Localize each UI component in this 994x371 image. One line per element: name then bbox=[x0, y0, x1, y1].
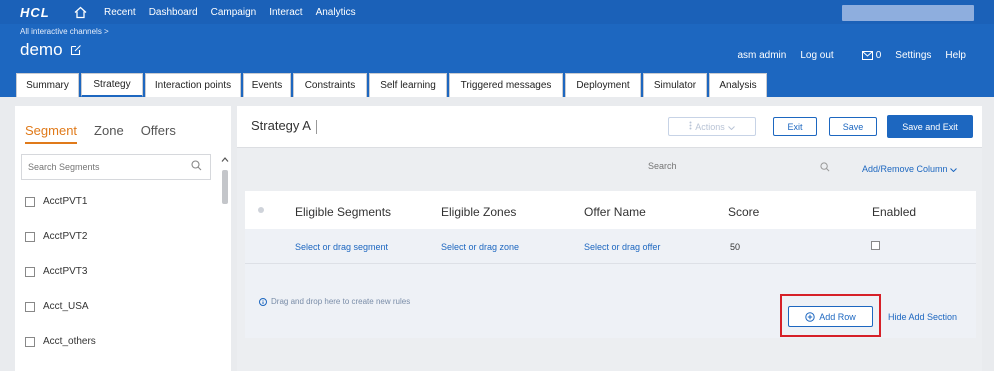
info-icon bbox=[259, 297, 267, 306]
user-name: asm admin bbox=[737, 50, 787, 61]
tab-self-learning[interactable]: Self learning bbox=[369, 73, 447, 97]
top-nav-bar: HCL Recent Dashboard Campaign Interact A… bbox=[0, 0, 994, 24]
segment-label: AcctPVT1 bbox=[43, 196, 88, 207]
drop-hint-text: Drag and drop here to create new rules bbox=[271, 297, 411, 306]
tab-summary[interactable]: Summary bbox=[16, 73, 79, 97]
add-remove-column-label: Add/Remove Column bbox=[862, 164, 948, 174]
strategy-title-wrap[interactable]: Strategy A bbox=[251, 118, 317, 134]
tab-simulator[interactable]: Simulator bbox=[643, 73, 707, 97]
chevron-down-icon bbox=[727, 122, 735, 132]
column-header[interactable]: Score bbox=[728, 205, 759, 219]
exit-button[interactable]: Exit bbox=[773, 117, 817, 136]
tab-deployment[interactable]: Deployment bbox=[565, 73, 641, 97]
nav-analytics[interactable]: Analytics bbox=[316, 7, 356, 18]
select-zone-link[interactable]: Select or drag zone bbox=[441, 242, 519, 252]
nav-dashboard[interactable]: Dashboard bbox=[149, 7, 198, 18]
actions-dropdown[interactable]: Actions bbox=[668, 117, 756, 136]
segment-search bbox=[21, 154, 211, 180]
save-button[interactable]: Save bbox=[829, 117, 877, 136]
actions-icon bbox=[689, 121, 692, 132]
segment-search-input[interactable] bbox=[22, 155, 172, 179]
edit-icon[interactable] bbox=[69, 43, 83, 57]
logout-link[interactable]: Log out bbox=[800, 50, 833, 61]
plus-circle-icon bbox=[805, 311, 815, 322]
column-header[interactable]: Enabled bbox=[872, 205, 916, 219]
table-header: Eligible Segments Eligible Zones Offer N… bbox=[245, 191, 976, 229]
add-row-button[interactable]: Add Row bbox=[788, 306, 873, 327]
search-icon[interactable] bbox=[820, 162, 830, 174]
strategy-header: Strategy A Actions Exit Save Save and Ex… bbox=[237, 106, 982, 148]
rules-search bbox=[644, 161, 834, 177]
column-header[interactable]: Eligible Segments bbox=[295, 205, 391, 219]
help-link[interactable]: Help bbox=[945, 50, 966, 61]
strategy-panel: Strategy A Actions Exit Save Save and Ex… bbox=[237, 106, 982, 371]
nav-interact[interactable]: Interact bbox=[269, 7, 302, 18]
nav-recent[interactable]: Recent bbox=[104, 7, 136, 18]
segment-checkbox[interactable] bbox=[25, 196, 35, 207]
tab-events[interactable]: Events bbox=[243, 73, 291, 97]
home-icon[interactable] bbox=[72, 4, 88, 20]
rules-search-input[interactable] bbox=[644, 161, 794, 171]
segment-checkbox[interactable] bbox=[25, 231, 35, 242]
tab-triggered-messages[interactable]: Triggered messages bbox=[449, 73, 563, 97]
list-item[interactable]: AcctPVT1 bbox=[25, 184, 215, 219]
tab-strategy[interactable]: Strategy bbox=[81, 73, 143, 97]
segment-panel: Segment Zone Offers AcctPVT1 AcctPVT2 Ac… bbox=[15, 106, 231, 371]
scroll-up-icon[interactable] bbox=[220, 154, 230, 164]
nav-campaign[interactable]: Campaign bbox=[211, 7, 257, 18]
actions-text: Actions bbox=[695, 121, 725, 132]
score-value[interactable]: 50 bbox=[730, 242, 740, 252]
column-header[interactable]: Offer Name bbox=[584, 205, 646, 219]
segment-label: Acct_others bbox=[43, 336, 96, 347]
mail-count: 0 bbox=[875, 50, 882, 61]
strategy-title: Strategy A bbox=[251, 118, 311, 133]
drag-handle-icon bbox=[257, 203, 265, 217]
segment-label: AcctPVT3 bbox=[43, 266, 88, 277]
list-item[interactable]: Acct_USA bbox=[25, 289, 215, 324]
chevron-down-icon bbox=[950, 164, 957, 174]
global-search-input[interactable] bbox=[842, 5, 974, 21]
list-item[interactable]: AcctPVT3 bbox=[25, 254, 215, 289]
tab-interaction-points[interactable]: Interaction points bbox=[145, 73, 241, 97]
segment-checkbox[interactable] bbox=[25, 301, 35, 312]
column-header[interactable]: Eligible Zones bbox=[441, 205, 516, 219]
search-icon[interactable] bbox=[191, 160, 202, 174]
tab-constraints[interactable]: Constraints bbox=[293, 73, 367, 97]
user-menu: asm admin Log out 0 Settings Help bbox=[723, 50, 966, 61]
segment-checkbox[interactable] bbox=[25, 266, 35, 277]
breadcrumb[interactable]: All interactive channels > bbox=[20, 27, 109, 36]
segment-checkbox[interactable] bbox=[25, 336, 35, 347]
subtab-offers[interactable]: Offers bbox=[141, 123, 176, 144]
list-item[interactable]: Acct_others bbox=[25, 324, 215, 359]
actions-label: Actions bbox=[689, 121, 735, 132]
page-title: demo bbox=[20, 40, 63, 59]
segment-label: AcctPVT2 bbox=[43, 231, 88, 242]
select-segment-link[interactable]: Select or drag segment bbox=[295, 242, 388, 252]
hide-add-section-link[interactable]: Hide Add Section bbox=[888, 312, 957, 322]
title-cursor bbox=[315, 119, 317, 134]
scroll-thumb[interactable] bbox=[222, 170, 228, 204]
table-row: Select or drag segment Select or drag zo… bbox=[245, 229, 976, 263]
segment-list: AcctPVT1 AcctPVT2 AcctPVT3 Acct_USA Acct… bbox=[25, 184, 215, 359]
select-offer-link[interactable]: Select or drag offer bbox=[584, 242, 660, 252]
tab-analysis[interactable]: Analysis bbox=[709, 73, 767, 97]
subtab-segment[interactable]: Segment bbox=[25, 123, 78, 144]
page-header: All interactive channels > demo asm admi… bbox=[0, 24, 994, 70]
add-remove-column-dropdown[interactable]: Add/Remove Column bbox=[862, 164, 957, 174]
settings-link[interactable]: Settings bbox=[895, 50, 931, 61]
drop-hint: Drag and drop here to create new rules bbox=[259, 297, 410, 306]
list-item[interactable]: AcctPVT2 bbox=[25, 219, 215, 254]
segment-label: Acct_USA bbox=[43, 301, 89, 312]
tab-bar: Summary Strategy Interaction points Even… bbox=[0, 70, 994, 97]
subtab-zone[interactable]: Zone bbox=[94, 123, 124, 144]
hcl-logo: HCL bbox=[20, 4, 50, 20]
mail-icon bbox=[861, 51, 873, 60]
add-row-label: Add Row bbox=[819, 311, 856, 322]
enabled-checkbox[interactable] bbox=[871, 241, 880, 250]
page-title-wrap: demo bbox=[20, 40, 83, 60]
messages-button[interactable]: 0 bbox=[848, 50, 882, 61]
segment-list-scrollbar[interactable] bbox=[220, 154, 230, 371]
panel-subtabs: Segment Zone Offers bbox=[25, 123, 193, 144]
save-and-exit-button[interactable]: Save and Exit bbox=[887, 115, 973, 138]
